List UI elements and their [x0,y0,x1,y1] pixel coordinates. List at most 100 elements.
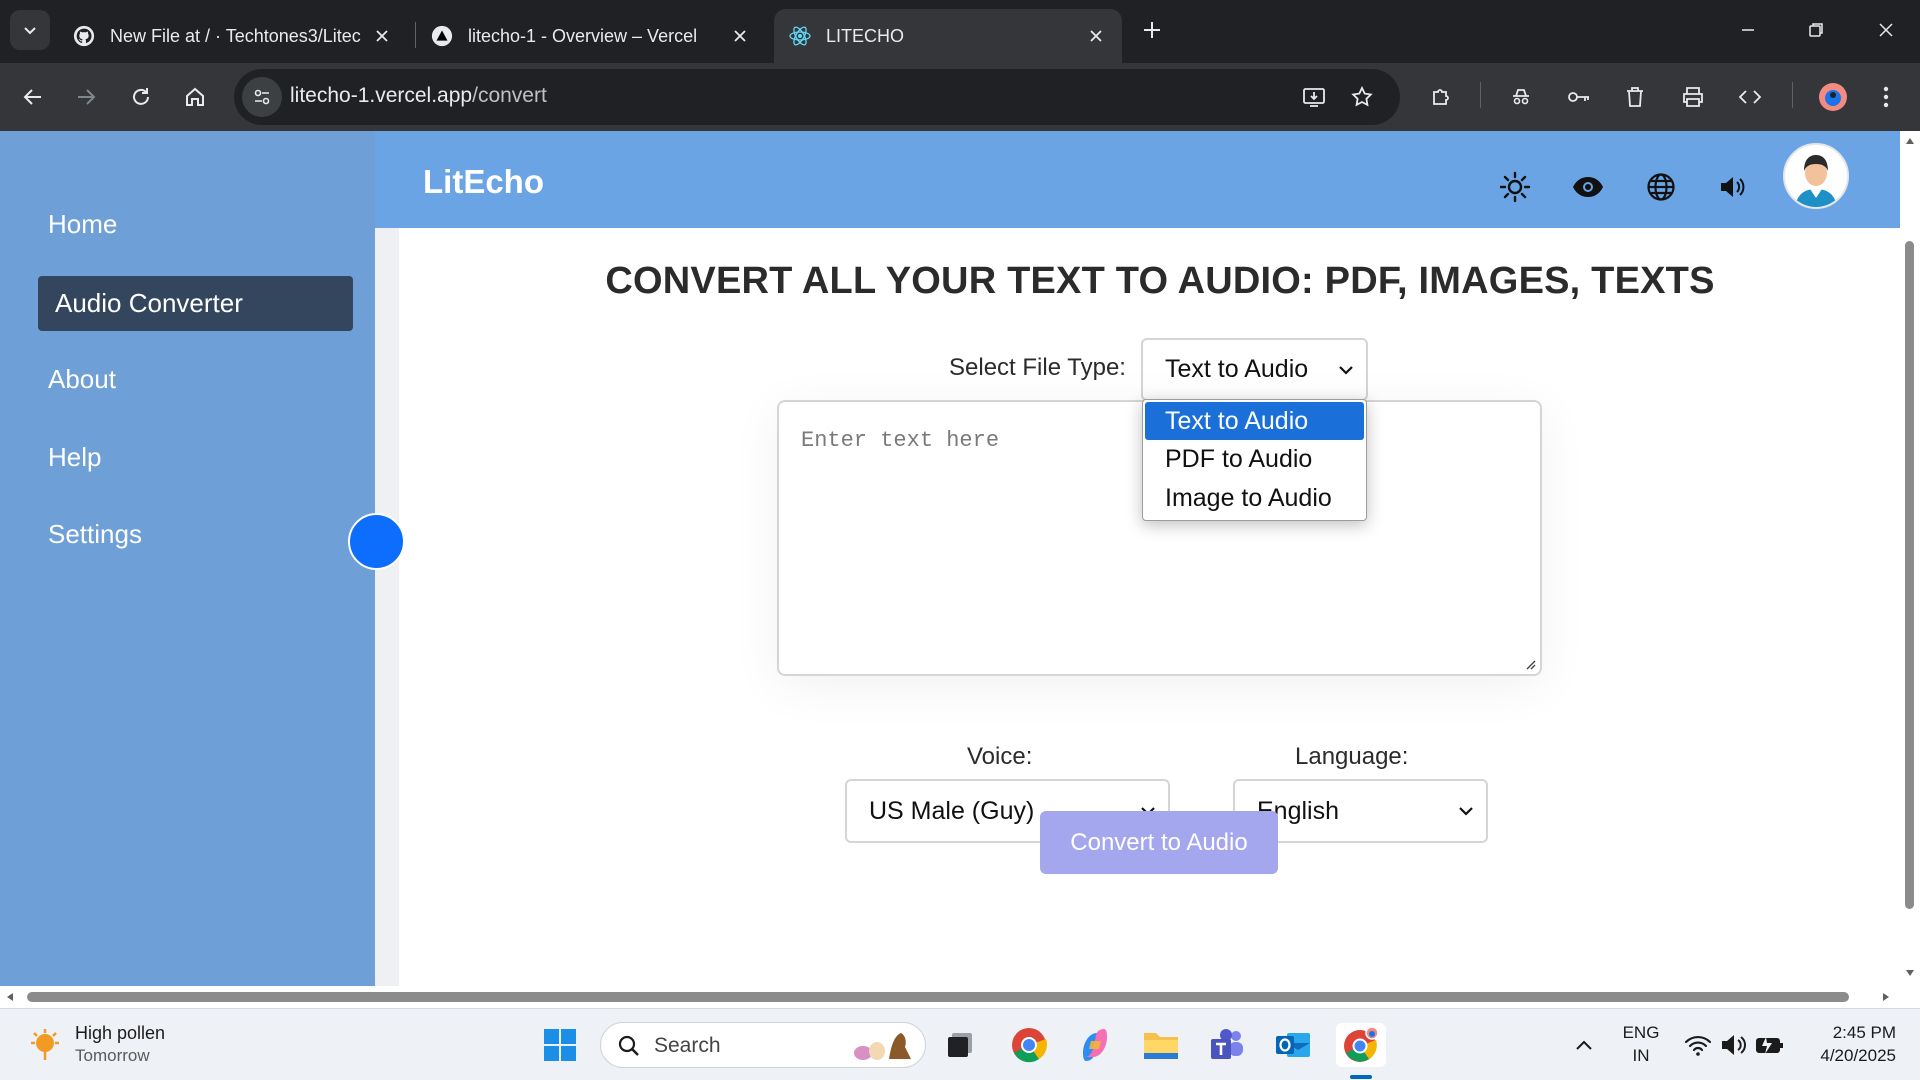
taskbar-teams-button[interactable] [1205,1023,1249,1067]
sidebar-item-about[interactable]: About [38,352,353,407]
print-button[interactable] [1673,77,1713,117]
taskbar-file-explorer-button[interactable] [1139,1023,1183,1067]
home-icon [186,87,204,106]
taskbar: High pollen Tomorrow Search ENG IN 2:45 … [0,1008,1920,1080]
home-button[interactable] [175,77,215,117]
dropdown-option-pdf-to-audio[interactable]: PDF to Audio [1145,440,1364,479]
extensions-button[interactable] [1421,77,1461,117]
chevron-down-icon [1459,807,1473,816]
taskbar-chrome-button[interactable] [1007,1023,1051,1067]
vertical-scroll-thumb[interactable] [1905,241,1914,909]
dropdown-option-image-to-audio[interactable]: Image to Audio [1145,479,1364,518]
minimize-button[interactable] [1714,0,1782,60]
delete-button[interactable] [1615,77,1655,117]
browser-tab-litecho[interactable]: LITECHO [774,9,1122,63]
close-tab-icon[interactable] [728,24,752,48]
minimize-icon [1742,29,1754,31]
language-code: ENG [1622,1023,1660,1042]
chevron-down-icon [24,27,36,35]
more-vertical-icon [1883,86,1889,108]
vertical-scrollbar[interactable] [1900,131,1920,986]
clock-time: 2:45 PM [1832,1023,1896,1042]
browser-menu-button[interactable] [1866,77,1906,117]
restore-button[interactable] [1782,0,1850,60]
dropdown-option-text-to-audio[interactable]: Text to Audio [1145,402,1364,440]
sidebar-item-settings[interactable]: Settings [38,507,353,562]
devtools-button[interactable] [1730,77,1770,117]
scroll-down-icon[interactable] [1905,969,1915,977]
sidebar: Home Audio Converter About Help Settings [0,131,375,986]
tab-title: litecho-1 - Overview – Vercel [468,25,698,46]
resize-grip-icon[interactable] [1524,658,1536,670]
task-view-button[interactable] [938,1023,982,1067]
language-indicator[interactable]: ENG IN [1616,1023,1666,1069]
scroll-right-icon[interactable] [1882,992,1890,1002]
active-app-indicator [1350,1075,1372,1079]
close-tab-icon[interactable] [1084,24,1108,48]
restore-icon [1809,23,1823,37]
trash-icon [1627,87,1643,107]
printer-icon [1683,87,1703,107]
search-icon [618,1035,639,1056]
profile-avatar-icon [1819,83,1847,111]
page-viewport: Home Audio Converter About Help Settings… [0,131,1900,986]
install-app-button[interactable] [1294,77,1334,117]
new-tab-button[interactable] [1136,12,1168,48]
password-manager-button[interactable] [1559,77,1599,117]
browser-tab-vercel[interactable]: litecho-1 - Overview – Vercel [416,9,766,63]
tab-title: New File at / · Techtones3/Litech [110,25,362,46]
site-info-icon[interactable] [242,77,282,117]
chrome-profile-icon [1344,1026,1379,1062]
sun-icon[interactable] [1497,169,1533,205]
folder-icon [1144,1033,1178,1059]
show-hidden-icons-button[interactable] [1562,1023,1606,1067]
search-label: Search [654,1034,721,1057]
star-icon [1351,85,1373,107]
sidebar-item-help[interactable]: Help [38,430,353,485]
close-window-button[interactable] [1852,0,1920,60]
taskbar-chrome-active-button[interactable] [1336,1023,1386,1067]
convert-to-audio-button[interactable]: Convert to Audio [1040,811,1278,874]
taskbar-outlook-button[interactable] [1271,1023,1315,1067]
scroll-up-icon[interactable] [1905,137,1915,145]
clock-date: 4/20/2025 [1820,1046,1896,1065]
teams-icon [1211,1029,1243,1059]
sidebar-item-home[interactable]: Home [38,197,353,252]
horizontal-scrollbar[interactable] [0,986,1920,1008]
weather-widget[interactable]: High pollen Tomorrow [20,1009,190,1080]
clock[interactable]: 2:45 PM 4/20/2025 [1796,1023,1906,1069]
taskbar-search[interactable]: Search [600,1022,926,1068]
tab-search-button[interactable] [10,10,50,50]
bookmark-button[interactable] [1342,77,1382,117]
browser-tabstrip: New File at / · Techtones3/Litech litech… [0,0,1920,63]
back-button[interactable] [13,77,53,117]
sidebar-toggle-handle[interactable] [348,513,405,570]
file-type-select[interactable]: Text to Audio [1141,338,1368,401]
system-tray-icons[interactable] [1684,1031,1786,1059]
task-view-icon [948,1033,972,1057]
user-avatar[interactable] [1783,143,1849,209]
user-avatar-icon [1795,155,1837,207]
reload-button[interactable] [121,77,161,117]
globe-icon[interactable] [1643,169,1679,205]
close-tab-icon[interactable] [370,24,394,48]
easter-eggs-icon [854,1033,911,1060]
scroll-left-icon[interactable] [6,992,14,1002]
speaker-icon[interactable] [1715,169,1751,205]
start-button[interactable] [538,1023,582,1067]
profile-button[interactable] [1813,77,1853,117]
incognito-extension-button[interactable] [1501,77,1541,117]
horizontal-scroll-thumb[interactable] [27,992,1849,1002]
forward-button[interactable] [66,77,106,117]
address-bar[interactable]: litecho-1.vercel.app/convert [234,69,1400,125]
brand-logo[interactable]: LitEcho [423,163,544,201]
install-icon [1303,88,1325,107]
toolbar-divider [1792,82,1793,108]
key-icon [1568,92,1589,102]
eye-icon[interactable] [1570,169,1606,205]
browser-tab-github[interactable]: New File at / · Techtones3/Litech [58,9,408,63]
taskbar-copilot-button[interactable] [1073,1023,1117,1067]
converter-panel: CONVERT ALL YOUR TEXT TO AUDIO: PDF, IMA… [375,228,1900,986]
sidebar-item-audio-converter[interactable]: Audio Converter [38,276,353,331]
address-url[interactable]: litecho-1.vercel.app/convert [290,84,547,108]
